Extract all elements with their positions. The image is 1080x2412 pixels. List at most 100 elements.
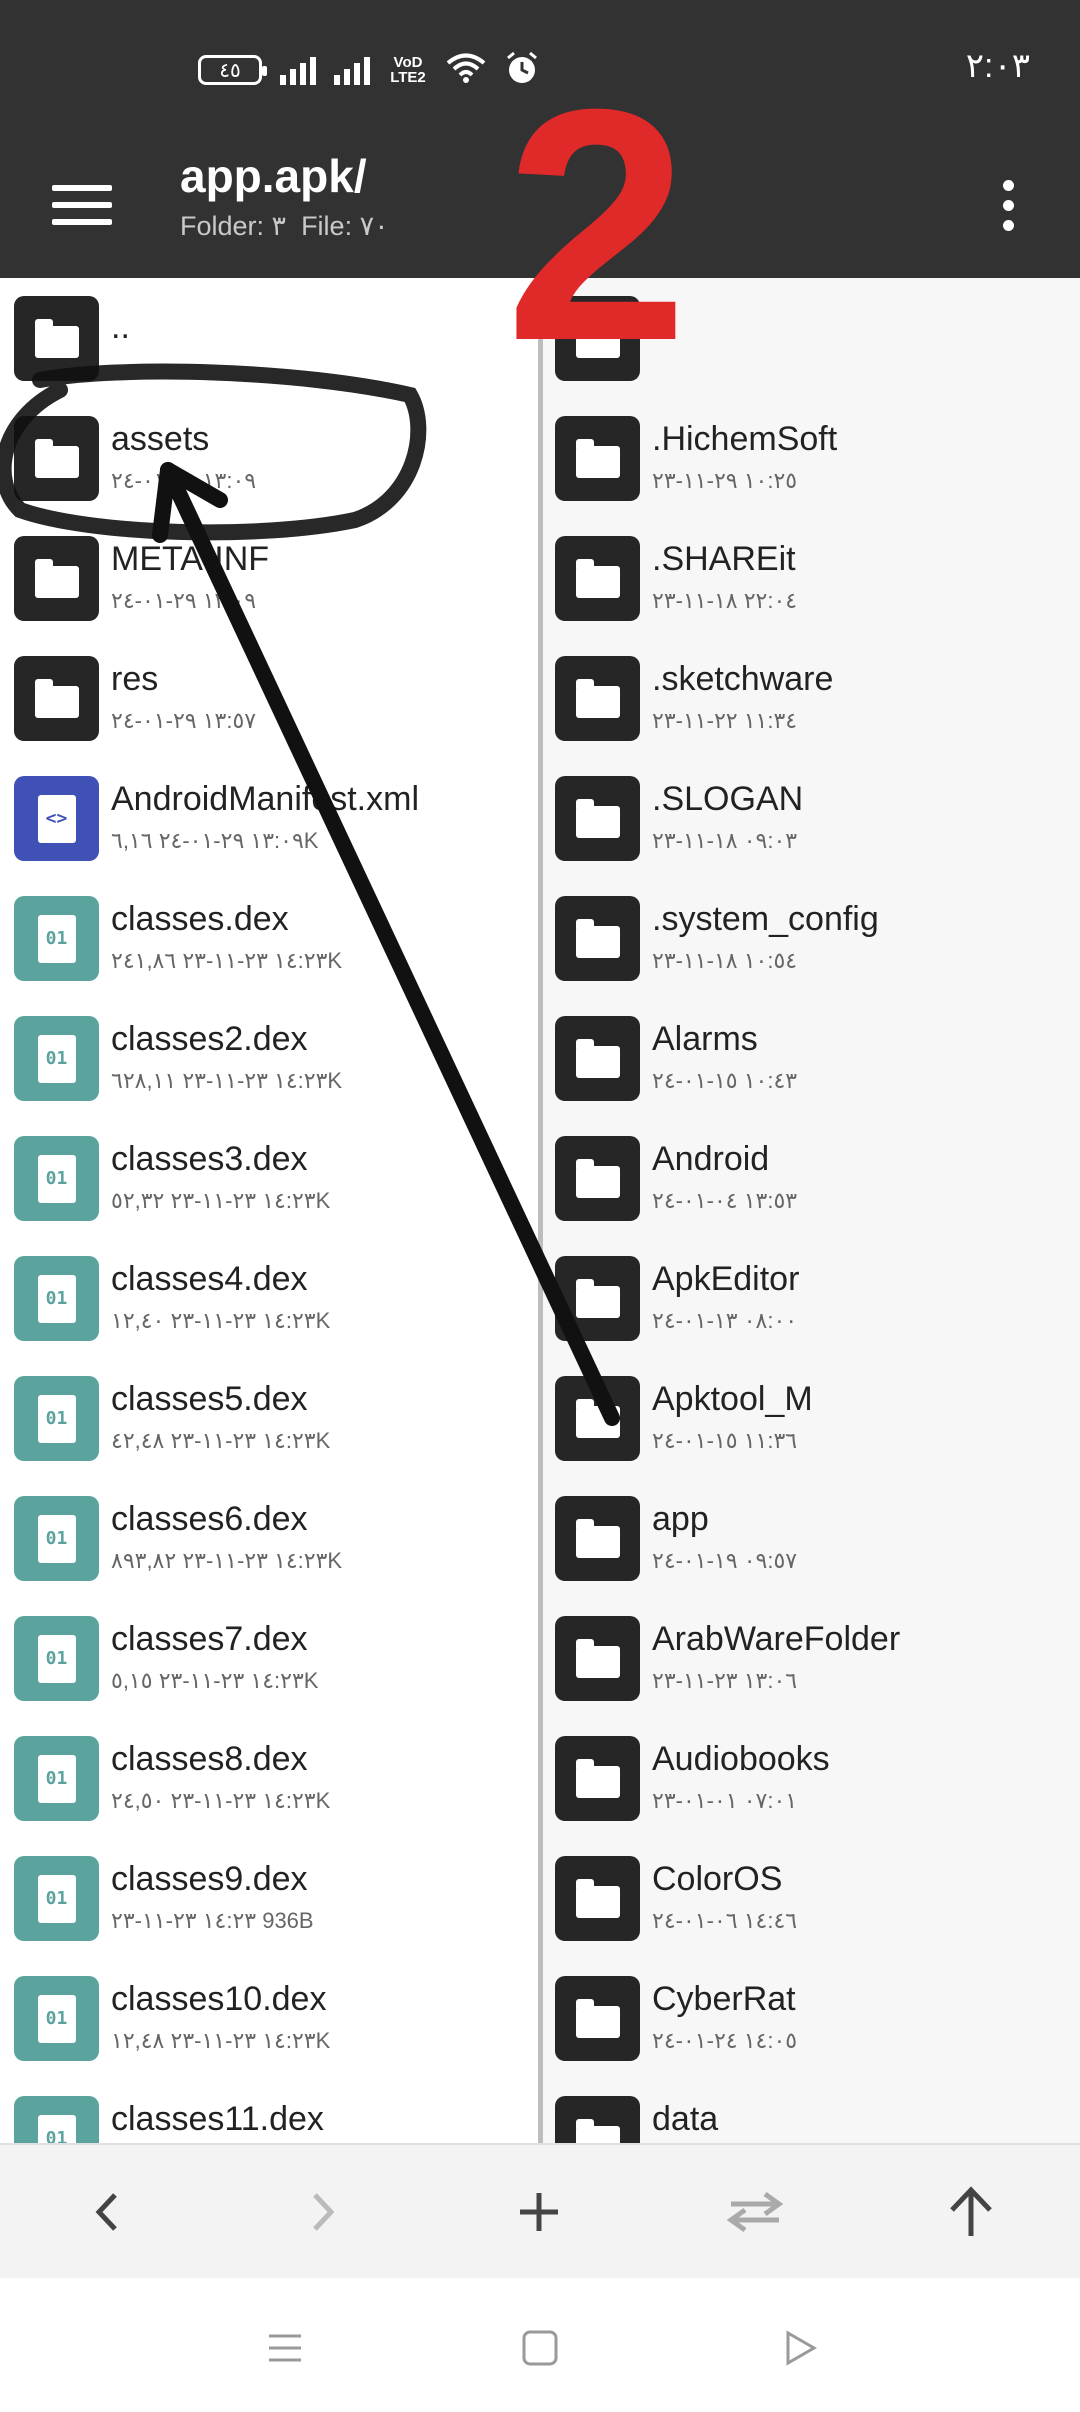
left-file-row[interactable]: <> AndroidManifest.xml ١٣:٠٩ ٢٩-٠١-٢٤ ٦,١٦… bbox=[0, 758, 538, 878]
hamburger-icon[interactable] bbox=[52, 175, 112, 235]
file-meta: ١٠:٥٤ ١٨-١١-٢٣ bbox=[652, 948, 798, 973]
left-file-row[interactable]: 01 classes2.dex ١٤:٢٣ ٢٣-١١-٢٣ ٦٢٨,١١K bbox=[0, 998, 538, 1118]
file-name: .SLOGAN bbox=[652, 780, 804, 818]
file-meta: ١١:٣٤ ٢٢-١١-٢٣ bbox=[652, 708, 798, 733]
left-file-row[interactable]: 01 classes5.dex ١٤:٢٣ ٢٣-١١-٢٣ ٤٢,٤٨K bbox=[0, 1358, 538, 1478]
file-name: .system_config bbox=[652, 900, 879, 938]
file-name: .sketchware bbox=[652, 660, 834, 698]
left-file-row[interactable]: 01 classes3.dex ١٤:٢٣ ٢٣-١١-٢٣ ٥٢,٣٢K bbox=[0, 1118, 538, 1238]
left-file-row[interactable]: 01 classes7.dex ١٤:٢٣ ٢٣-١١-٢٣ ٥,١٥K bbox=[0, 1598, 538, 1718]
binary-file-icon: 01 bbox=[14, 1016, 99, 1101]
folder-icon bbox=[555, 776, 640, 861]
file-name: classes5.dex bbox=[111, 1380, 308, 1418]
signal-icon-1 bbox=[280, 55, 316, 85]
left-file-row[interactable]: 01 classes9.dex ١٤:٢٣ ٢٣-١١-٢٣ 936B bbox=[0, 1838, 538, 1958]
left-file-row[interactable]: 01 classes10.dex ١٤:٢٣ ٢٣-١١-٢٣ ١٢,٤٨K bbox=[0, 1958, 538, 2078]
file-name: classes10.dex bbox=[111, 1980, 327, 2018]
file-meta: ١٤:٢٣ ٢٣-١١-٢٣ ١٢,٤٨K bbox=[111, 2028, 331, 2053]
chevron-left-icon[interactable] bbox=[62, 2167, 152, 2257]
file-name: ApkEditor bbox=[652, 1260, 800, 1298]
file-meta: ١٤:٢٣ ٢٣-١١-٢٣ ٢٤,٥٠K bbox=[111, 1788, 331, 1813]
signal-icon-2 bbox=[334, 55, 370, 85]
battery-icon: ٤٥ bbox=[198, 55, 267, 85]
file-name: .HichemSoft bbox=[652, 420, 838, 458]
file-name: classes.dex bbox=[111, 900, 289, 938]
file-meta: ١٤:٢٣ ٢٣-١١-٢٣ ٥٢,٣٢K bbox=[111, 1188, 331, 1213]
file-meta: ١٤:٢٣ ٢٣-١١-٢٣ ٦٢٨,١١K bbox=[111, 1068, 343, 1093]
left-file-row[interactable]: 01 classes11.dex bbox=[0, 2078, 538, 2143]
file-name: classes7.dex bbox=[111, 1620, 308, 1658]
folder-icon bbox=[555, 896, 640, 981]
file-meta: ١٤:٠٥ ٢٤-٠١-٢٤ bbox=[652, 2028, 798, 2053]
left-file-row[interactable]: 01 classes.dex ١٤:٢٣ ٢٣-١١-٢٣ ٢٤١,٨٦K bbox=[0, 878, 538, 998]
right-file-row[interactable]: .SLOGAN ٠٩:٠٣ ١٨-١١-٢٣ bbox=[543, 758, 1080, 878]
vertical-dots-icon[interactable] bbox=[990, 165, 1026, 245]
file-name: data bbox=[652, 2100, 719, 2138]
left-file-row[interactable]: 01 classes4.dex ١٤:٢٣ ٢٣-١١-٢٣ ١٢,٤٠K bbox=[0, 1238, 538, 1358]
folder-icon bbox=[555, 1976, 640, 2061]
file-name: ColorOS bbox=[652, 1860, 783, 1898]
right-file-row[interactable]: data bbox=[543, 2078, 1080, 2143]
file-meta: ١٠:٢٥ ٢٩-١١-٢٣ bbox=[652, 468, 798, 493]
file-name: assets bbox=[111, 420, 210, 458]
folder-icon bbox=[14, 656, 99, 741]
right-file-row[interactable]: .system_config ١٠:٥٤ ١٨-١١-٢٣ bbox=[543, 878, 1080, 998]
swap-arrows-icon[interactable] bbox=[710, 2167, 800, 2257]
right-file-row[interactable]: ApkEditor ٠٨:٠٠ ١٣-٠١-٢٤ bbox=[543, 1238, 1080, 1358]
right-file-row[interactable]: Audiobooks ٠٧:٠١ ٠١-٠١-٢٣ bbox=[543, 1718, 1080, 1838]
binary-file-icon: 01 bbox=[14, 2096, 99, 2143]
folder-icon bbox=[555, 536, 640, 621]
left-file-row[interactable]: res ١٣:٥٧ ٢٩-٠١-٢٤ bbox=[0, 638, 538, 758]
right-file-row[interactable]: Android ١٣:٥٣ ٠٤-٠١-٢٤ bbox=[543, 1118, 1080, 1238]
file-meta: ١٣:٥٣ ٠٤-٠١-٢٤ bbox=[652, 1188, 798, 1213]
left-file-row[interactable]: assets ١٣:٠٩ ٢٩-٠١-٢٤ bbox=[0, 398, 538, 518]
arrow-up-icon[interactable] bbox=[926, 2167, 1016, 2257]
file-meta: ٠٩:٠٣ ١٨-١١-٢٣ bbox=[652, 828, 798, 853]
folder-icon bbox=[14, 296, 99, 381]
file-meta: ١٤:٢٣ ٢٣-١١-٢٣ ٤٢,٤٨K bbox=[111, 1428, 331, 1453]
file-meta: ١٤:٢٣ ٢٣-١١-٢٣ 936B bbox=[111, 1908, 314, 1933]
binary-file-icon: 01 bbox=[14, 1976, 99, 2061]
file-meta: ٢٢:٠٤ ١٨-١١-٢٣ bbox=[652, 588, 798, 613]
folder-icon bbox=[555, 1616, 640, 1701]
file-meta: ١٤:٢٣ ٢٣-١١-٢٣ ٥,١٥K bbox=[111, 1668, 319, 1693]
folder-icon bbox=[555, 656, 640, 741]
nav-home-icon[interactable] bbox=[500, 2308, 580, 2388]
folder-icon bbox=[555, 1376, 640, 1461]
left-file-pane[interactable]: .. assets ١٣:٠٩ ٢٩-٠١-٢٤ META-INF ١٣:٠٩ ٢٩-٠… bbox=[0, 278, 538, 2143]
right-file-row[interactable]: ColorOS ١٤:٤٦ ٠٦-٠١-٢٤ bbox=[543, 1838, 1080, 1958]
folder-icon bbox=[555, 416, 640, 501]
right-file-row[interactable]: .HichemSoft ١٠:٢٥ ٢٩-١١-٢٣ bbox=[543, 398, 1080, 518]
system-nav-bar bbox=[0, 2278, 1080, 2412]
right-file-row[interactable]: Alarms ١٠:٤٣ ١٥-٠١-٢٤ bbox=[543, 998, 1080, 1118]
file-name: classes11.dex bbox=[111, 2100, 324, 2138]
right-file-row[interactable]: app ٠٩:٥٧ ١٩-٠١-٢٤ bbox=[543, 1478, 1080, 1598]
file-name: Android bbox=[652, 1140, 770, 1178]
nav-menu-icon[interactable] bbox=[245, 2308, 325, 2388]
right-file-pane[interactable]: .. .HichemSoft ١٠:٢٥ ٢٩-١١-٢٣ .SHAREit ٢٢:٠٤… bbox=[543, 278, 1080, 2143]
file-meta: ١٤:٢٣ ٢٣-١١-٢٣ ٨٩٣,٨٢K bbox=[111, 1548, 343, 1573]
battery-level: ٤٥ bbox=[219, 59, 241, 82]
left-file-row[interactable]: 01 classes6.dex ١٤:٢٣ ٢٣-١١-٢٣ ٨٩٣,٨٢K bbox=[0, 1478, 538, 1598]
file-name: classes6.dex bbox=[111, 1500, 308, 1538]
nav-back-icon[interactable] bbox=[760, 2308, 840, 2388]
file-meta: ٠٧:٠١ ٠١-٠١-٢٣ bbox=[652, 1788, 798, 1813]
chevron-right-icon[interactable] bbox=[278, 2167, 368, 2257]
page-title: app.apk/ bbox=[180, 150, 367, 202]
right-file-row[interactable]: ArabWareFolder ١٣:٠٦ ٢٣-١١-٢٣ bbox=[543, 1598, 1080, 1718]
plus-icon[interactable] bbox=[494, 2167, 584, 2257]
file-meta: ١٣:٥٧ ٢٩-٠١-٢٤ bbox=[111, 708, 257, 733]
right-file-row[interactable]: Apktool_M ١١:٣٦ ١٥-٠١-٢٤ bbox=[543, 1358, 1080, 1478]
left-file-row[interactable]: .. bbox=[0, 278, 538, 398]
left-file-row[interactable]: 01 classes8.dex ١٤:٢٣ ٢٣-١١-٢٣ ٢٤,٥٠K bbox=[0, 1718, 538, 1838]
file-meta: ٠٩:٥٧ ١٩-٠١-٢٤ bbox=[652, 1548, 798, 1573]
left-file-row[interactable]: META-INF ١٣:٠٩ ٢٩-٠١-٢٤ bbox=[0, 518, 538, 638]
binary-file-icon: 01 bbox=[14, 1496, 99, 1581]
binary-file-icon: 01 bbox=[14, 1136, 99, 1221]
right-file-row[interactable]: .SHAREit ٢٢:٠٤ ١٨-١١-٢٣ bbox=[543, 518, 1080, 638]
file-meta: ١١:٣٦ ١٥-٠١-٢٤ bbox=[652, 1428, 798, 1453]
right-file-row[interactable]: CyberRat ١٤:٠٥ ٢٤-٠١-٢٤ bbox=[543, 1958, 1080, 2078]
bottom-toolbar bbox=[0, 2143, 1080, 2278]
right-file-row[interactable]: .sketchware ١١:٣٤ ٢٢-١١-٢٣ bbox=[543, 638, 1080, 758]
file-name: app bbox=[652, 1500, 709, 1538]
